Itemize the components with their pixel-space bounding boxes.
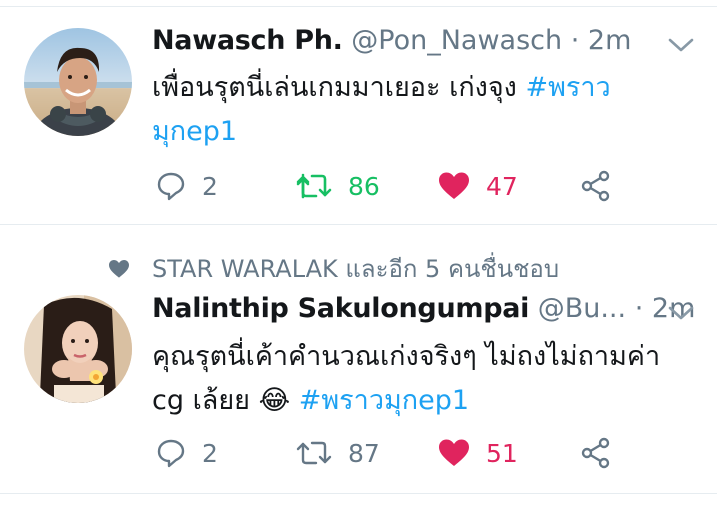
like-button[interactable]: 47 — [438, 166, 518, 206]
tweet-text: คุณรุตนี่เค้าคำนวณเก่งจริงๆ ไม่ถงไม่ถามค… — [152, 335, 660, 423]
chevron-down-icon[interactable] — [666, 302, 696, 324]
separator: · — [634, 293, 644, 324]
like-count: 51 — [486, 438, 518, 468]
hashtag-link[interactable]: #พราว — [525, 72, 610, 103]
reply-count: 2 — [202, 171, 218, 201]
tweet-text-body: cg เล้ยย — [152, 385, 259, 416]
tweet-text: เพื่อนรุตนี่เล่นเกมมาเยอะ เก่งจุง #พราว … — [152, 66, 611, 154]
heart-icon — [439, 172, 469, 199]
separator: · — [570, 25, 580, 56]
reply-button[interactable]: 2 — [156, 433, 218, 473]
social-context: STAR WARALAK และอีก 5 คนชื่นชอบ — [108, 249, 559, 288]
display-name[interactable]: Nalinthip Sakulongumpai — [152, 293, 529, 324]
reply-button[interactable]: 2 — [156, 166, 218, 206]
timestamp[interactable]: 2m — [588, 25, 631, 56]
timeline-feed: Nawasch Ph. @Pon_Nawasch · 2m เพื่อนรุตน… — [0, 0, 717, 513]
share-icon — [581, 170, 610, 202]
tweet-header: Nalinthip Sakulongumpai @Bu... · 2m — [152, 292, 695, 326]
hashtag-link[interactable]: #พราวมุกep1 — [299, 385, 469, 416]
retweet-button[interactable]: 87 — [296, 433, 380, 473]
display-name[interactable]: Nawasch Ph. — [152, 25, 343, 56]
share-icon — [581, 437, 610, 469]
like-count: 47 — [486, 171, 518, 201]
avatar[interactable] — [24, 28, 132, 136]
reply-count: 2 — [202, 438, 218, 468]
divider — [0, 493, 717, 494]
user-handle[interactable]: @Pon_Nawasch — [351, 25, 562, 56]
tweet-header: Nawasch Ph. @Pon_Nawasch · 2m — [152, 24, 631, 58]
like-button[interactable]: 51 — [438, 433, 518, 473]
share-button[interactable] — [580, 433, 612, 473]
emoji: 😂 — [258, 385, 291, 416]
user-handle[interactable]: @Bu... — [538, 293, 626, 324]
heart-icon — [439, 439, 469, 466]
tweet-text-body: คุณรุตนี่เค้าคำนวณเก่งจริงๆ ไม่ถงไม่ถามค… — [152, 341, 661, 372]
heart-icon — [109, 259, 129, 278]
tweet-text-body: เพื่อนรุตนี่เล่นเกมมาเยอะ เก่งจุง — [152, 72, 526, 103]
retweet-button[interactable]: 86 — [296, 166, 380, 206]
tweet[interactable]: STAR WARALAK และอีก 5 คนชื่นชอบ Nalinthi… — [0, 225, 717, 493]
retweet-count: 86 — [348, 171, 380, 201]
share-button[interactable] — [580, 166, 612, 206]
retweet-icon — [296, 441, 332, 465]
reply-icon — [157, 172, 185, 201]
retweet-icon — [296, 173, 332, 199]
social-context-text[interactable]: STAR WARALAK และอีก 5 คนชื่นชอบ — [152, 249, 559, 288]
reply-icon — [157, 439, 185, 468]
hashtag-link[interactable]: มุกep1 — [152, 116, 237, 147]
retweet-count: 87 — [348, 438, 380, 468]
avatar[interactable] — [24, 295, 132, 403]
tweet[interactable]: Nawasch Ph. @Pon_Nawasch · 2m เพื่อนรุตน… — [0, 0, 717, 224]
chevron-down-icon[interactable] — [666, 34, 696, 56]
